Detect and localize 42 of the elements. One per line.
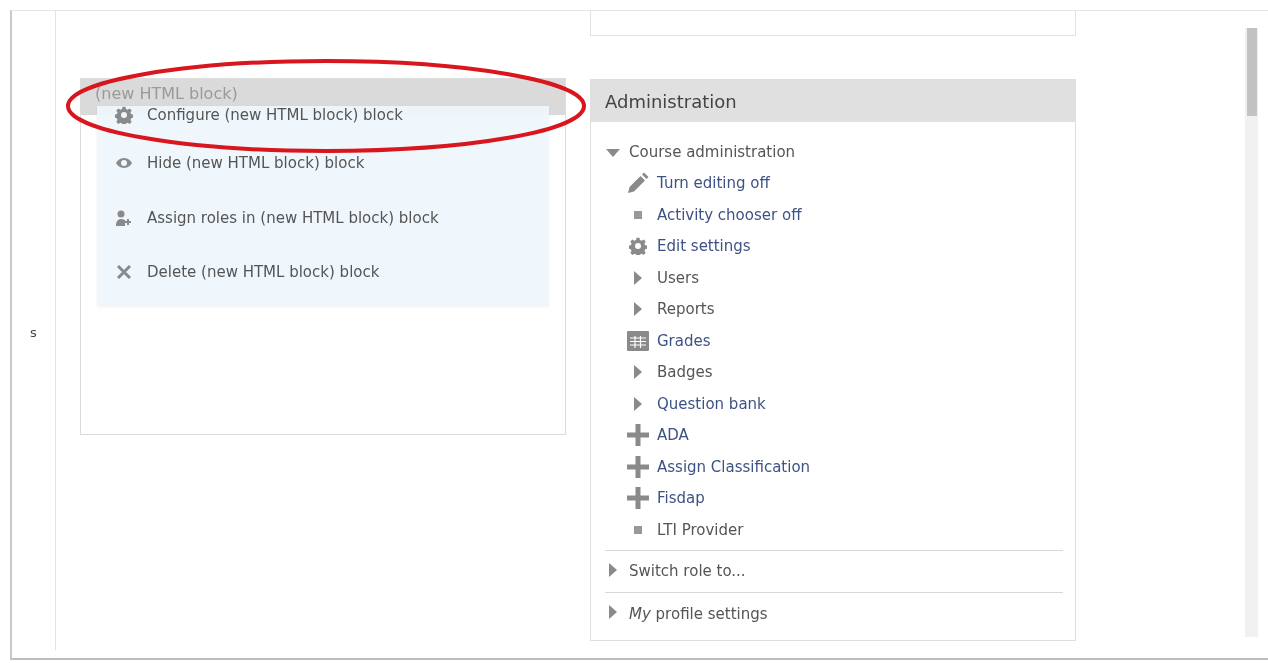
caret-right-icon[interactable] xyxy=(634,270,642,285)
tree-item-link[interactable]: Reports xyxy=(657,300,715,319)
close-icon xyxy=(117,265,131,280)
tree-item-link[interactable]: Fisdap xyxy=(657,489,705,508)
gear-icon xyxy=(629,237,647,256)
tree-item-link[interactable]: Edit settings xyxy=(657,237,751,256)
menu-item[interactable]: Delete (new HTML block) block xyxy=(97,245,549,300)
caret-right-icon[interactable] xyxy=(634,365,642,380)
block-title: (new HTML block) xyxy=(95,84,238,103)
plus-icon xyxy=(627,424,649,447)
tree-item-link[interactable]: ADA xyxy=(657,426,689,445)
panel-title: Administration xyxy=(591,80,1075,122)
gear-icon xyxy=(115,106,133,124)
tree-section-link[interactable]: Course administration xyxy=(629,142,796,161)
scrollbar[interactable] xyxy=(1245,28,1258,637)
menu-item[interactable]: Configure (new HTML block) block xyxy=(97,106,549,136)
tree-item-link[interactable]: Activity chooser off xyxy=(657,205,802,224)
tree-item-link[interactable]: Grades xyxy=(657,331,711,350)
caret-right-icon[interactable] xyxy=(634,396,642,411)
menu-item[interactable]: Assign roles in (new HTML block) block xyxy=(97,190,549,245)
caret-right-icon[interactable] xyxy=(609,605,617,620)
tree-item-link[interactable]: Turn editing off xyxy=(657,174,770,193)
tree-item-link[interactable]: Badges xyxy=(657,363,713,382)
cut-off-text: s xyxy=(30,325,37,340)
table-icon xyxy=(627,330,649,351)
caret-down-icon[interactable] xyxy=(606,149,620,158)
person-add-icon xyxy=(116,209,132,226)
tree-item-link[interactable]: Users xyxy=(657,268,699,287)
bullet-icon xyxy=(634,210,642,219)
tree-section-link[interactable]: My profile settings xyxy=(629,604,768,623)
eye-icon xyxy=(116,158,132,169)
caret-right-icon[interactable] xyxy=(634,302,642,317)
plus-icon xyxy=(627,487,649,510)
tree-item-link[interactable]: Question bank xyxy=(657,394,766,413)
tree-item-link[interactable]: Assign Classification xyxy=(657,457,811,476)
pencil-icon xyxy=(627,172,649,195)
caret-right-icon[interactable] xyxy=(609,562,617,577)
menu-item[interactable]: Hide (new HTML block) block xyxy=(97,136,549,191)
tree-item-link[interactable]: LTI Provider xyxy=(657,520,744,539)
plus-icon xyxy=(627,455,649,478)
bullet-icon xyxy=(634,525,642,534)
tree-section-link[interactable]: Switch role to... xyxy=(629,562,746,581)
